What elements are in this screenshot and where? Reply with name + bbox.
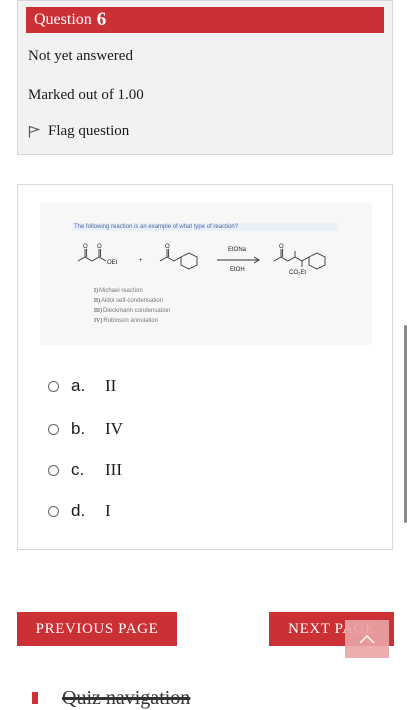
oxygen-label: O xyxy=(279,244,284,250)
ester-label: OEt xyxy=(107,260,118,266)
scroll-to-top-button[interactable] xyxy=(345,620,389,658)
answer-option-d[interactable]: d. I xyxy=(48,501,111,521)
reaction-choice: III)Dieckmann condensation xyxy=(94,308,171,314)
quiz-navigation-heading: Quiz navigation xyxy=(32,686,191,709)
radio-button[interactable] xyxy=(48,380,59,392)
answer-option-b[interactable]: b. IV xyxy=(48,419,123,439)
radio-button[interactable] xyxy=(48,464,59,476)
flag-question-link[interactable]: Flag question xyxy=(28,123,129,140)
question-number: 6 xyxy=(96,9,107,30)
answer-option-c[interactable]: c. III xyxy=(48,460,122,480)
question-status: Not yet answered xyxy=(28,48,133,64)
question-header: Question 6 xyxy=(26,7,384,33)
oxygen-label: O xyxy=(83,244,88,250)
oxygen-label: O xyxy=(165,244,170,250)
scrollbar[interactable] xyxy=(404,325,407,523)
oxygen-label: O xyxy=(97,244,102,250)
chevron-up-icon xyxy=(359,634,375,644)
reaction-image: The following reaction is an example of … xyxy=(40,203,372,345)
quiz-navigation-label: Quiz navigation xyxy=(62,686,191,709)
section-marker xyxy=(32,692,38,704)
question-info-card: Question 6 Not yet answered Marked out o… xyxy=(17,0,393,155)
reaction-choice: II)Aldol self-condensation xyxy=(94,298,164,304)
flag-question-label: Flag question xyxy=(48,123,130,139)
radio-button[interactable] xyxy=(48,505,59,517)
reaction-choice: I)Michael reaction xyxy=(94,288,143,294)
question-label: Question xyxy=(34,11,92,28)
flag-icon xyxy=(28,125,40,138)
question-content-card: The following reaction is an example of … xyxy=(17,184,393,550)
reaction-choices: I)Michael reaction II)Aldol self-condens… xyxy=(94,286,170,326)
radio-button[interactable] xyxy=(48,423,59,435)
answer-value: III xyxy=(105,460,122,479)
product-label: CO₂Et xyxy=(289,270,306,276)
reagent-top: EtONa xyxy=(228,247,247,253)
answer-value: IV xyxy=(105,419,123,438)
answer-value: I xyxy=(105,501,111,520)
reaction-scheme: O O O O + OEt EtONa EtOH CO₂Et xyxy=(77,244,326,276)
answer-option-a[interactable]: a. II xyxy=(48,376,116,396)
reaction-choice: IV)Robinson annulation xyxy=(94,318,159,324)
plus-sign: + xyxy=(139,258,143,264)
previous-page-button[interactable]: PREVIOUS PAGE xyxy=(17,612,177,646)
answer-value: II xyxy=(105,376,117,395)
question-marks: Marked out of 1.00 xyxy=(28,87,144,103)
reagent-bottom: EtOH xyxy=(230,267,245,273)
